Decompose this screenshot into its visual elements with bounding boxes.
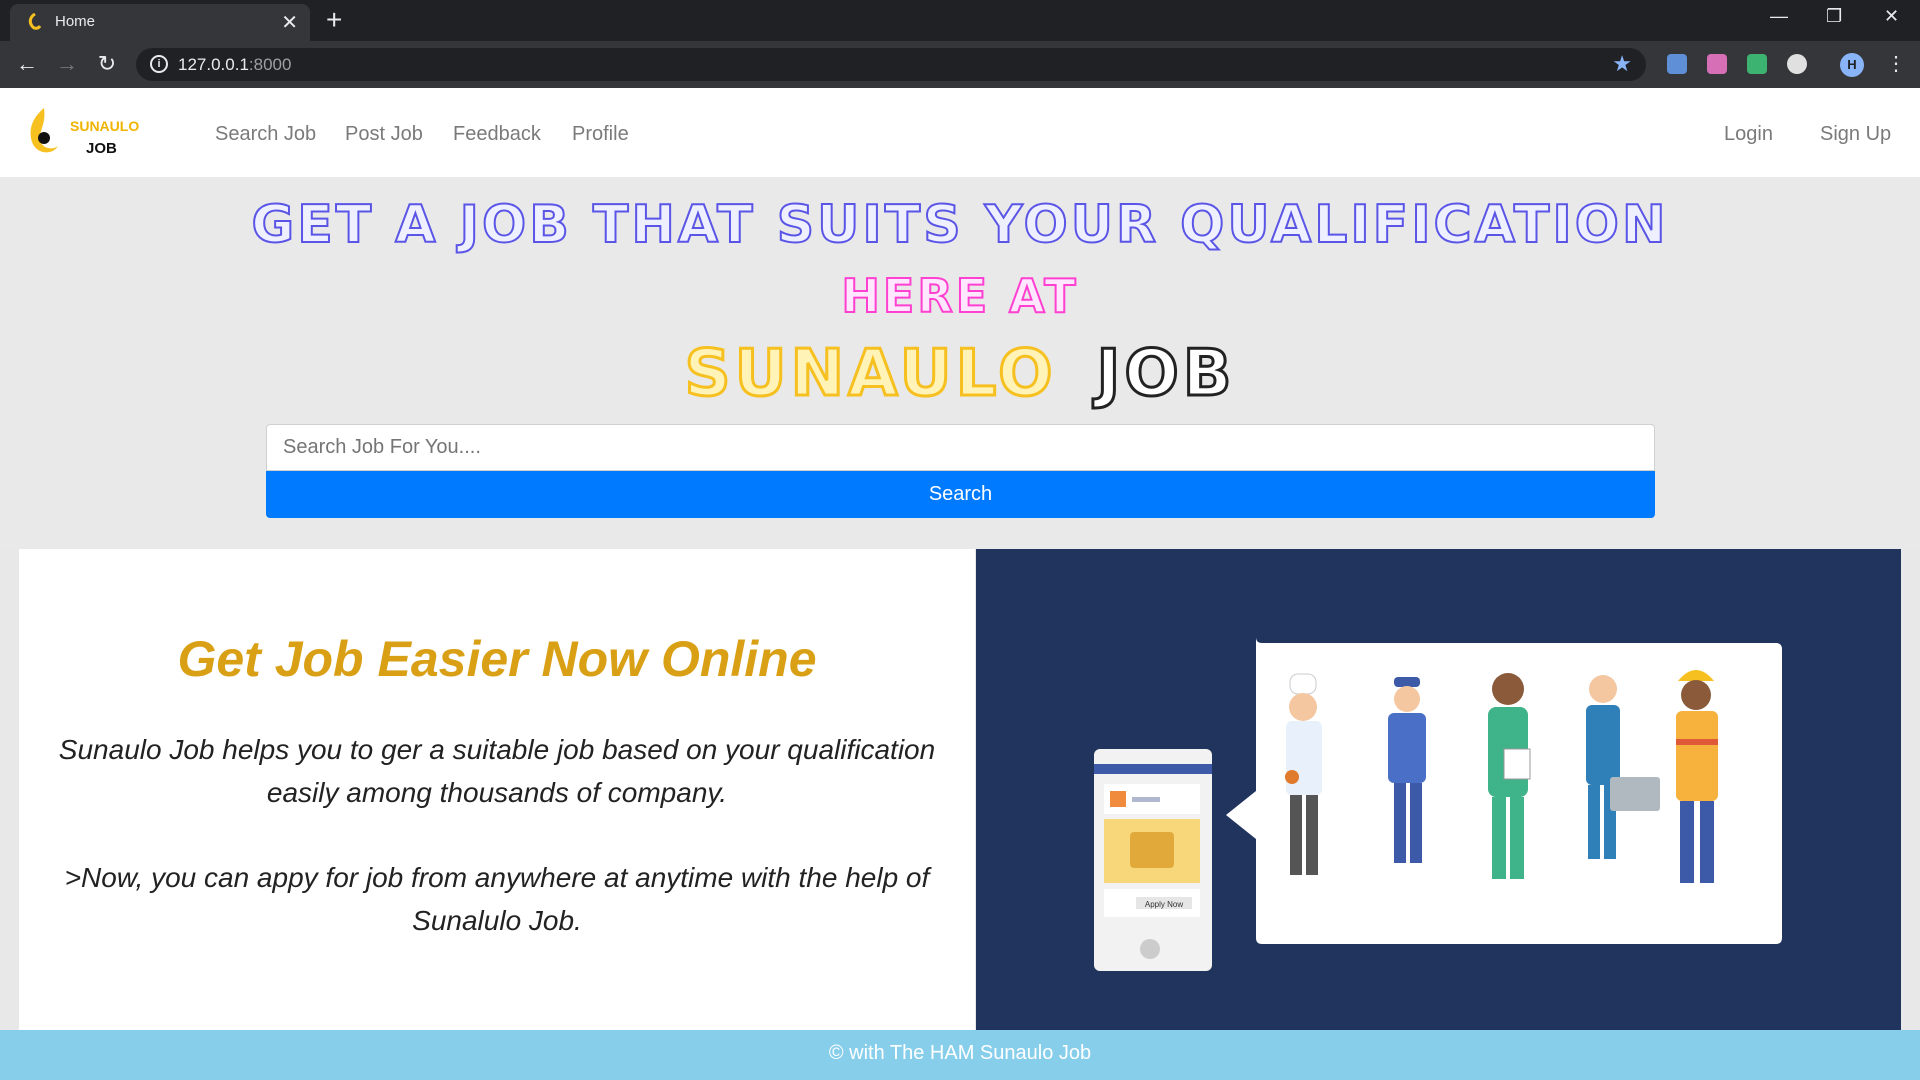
nav-post-job[interactable]: Post Job [345,123,423,146]
site-navbar: SUNAULO JOB Search Job Post Job Feedback… [0,88,1920,177]
hero-brand-job: JOB [1095,336,1236,413]
hero-headline: GET A JOB THAT SUITS YOUR QUALIFICATION [251,194,1669,256]
intro-paragraph-1: Sunaulo Job helps you to ger a suitable … [58,734,936,808]
hero-brand: SUNAULO JOB [0,336,1920,413]
hero-brand-sunaulo: SUNAULO [683,336,1057,413]
browser-menu-icon[interactable]: ⋮ [1886,51,1906,76]
nav-signup[interactable]: Sign Up [1820,123,1891,146]
workers-illustration: Apply Now [1094,637,1782,971]
search-button[interactable]: Search [266,471,1655,518]
nav-login[interactable]: Login [1724,123,1773,146]
extension-icon-2[interactable] [1707,54,1727,74]
hero-section: GET A JOB THAT SUITS YOUR QUALIFICATION … [0,177,1920,549]
job-search-input[interactable] [266,424,1655,471]
intro-panel: Get Job Easier Now Online Sunaulo Job he… [19,549,975,1030]
logo-text-top: SUNAULO [70,118,140,134]
tab-title: Home [55,13,96,30]
close-window-icon[interactable]: ✕ [1884,6,1899,27]
back-icon[interactable]: ← [12,49,42,79]
intro-heading: Get Job Easier Now Online [177,631,817,687]
illustration-panel: Apply Now [976,549,1901,1030]
nav-profile[interactable]: Profile [572,123,629,146]
profile-avatar[interactable]: H [1840,53,1864,77]
logo-flame-icon [30,108,58,153]
minimize-icon[interactable]: — [1770,6,1788,27]
intro-paragraph-2: >Now, you can appy for job from anywhere… [64,862,930,936]
nav-feedback[interactable]: Feedback [453,123,541,146]
apply-now-label: Apply Now [1145,900,1183,909]
site-footer: © with The HAM Sunaulo Job [0,1030,1920,1080]
reload-icon[interactable]: ↻ [92,49,122,79]
phone-illustration: Apply Now [1094,749,1212,971]
new-tab-button[interactable]: + [326,4,342,36]
forward-icon[interactable]: → [52,49,82,79]
site-logo[interactable]: SUNAULO JOB [26,106,156,162]
extension-icon-1[interactable] [1667,54,1687,74]
browser-tab-bar: Home ✕ + — ❐ ✕ [0,0,1920,41]
logo-text-bottom: JOB [86,140,117,157]
site-info-icon[interactable]: i [150,55,168,73]
block-extension-icon[interactable] [1787,54,1807,74]
browser-toolbar: ← → ↻ i 127.0.0.1:8000 ★ H ⋮ [0,41,1920,88]
shield-extension-icon[interactable] [1747,54,1767,74]
hero-subheadline: HERE AT [840,268,1079,324]
browser-tab-home[interactable]: Home ✕ [10,4,310,41]
site-favicon-icon [28,13,42,30]
url-host: 127.0.0.1 [178,55,249,74]
bookmark-star-icon[interactable]: ★ [1612,51,1632,77]
url-port: :8000 [248,55,292,74]
nav-search-job[interactable]: Search Job [215,123,316,146]
close-tab-icon[interactable]: ✕ [281,10,298,35]
restore-icon[interactable]: ❐ [1826,6,1842,27]
address-bar[interactable]: i 127.0.0.1:8000 ★ [136,48,1646,81]
